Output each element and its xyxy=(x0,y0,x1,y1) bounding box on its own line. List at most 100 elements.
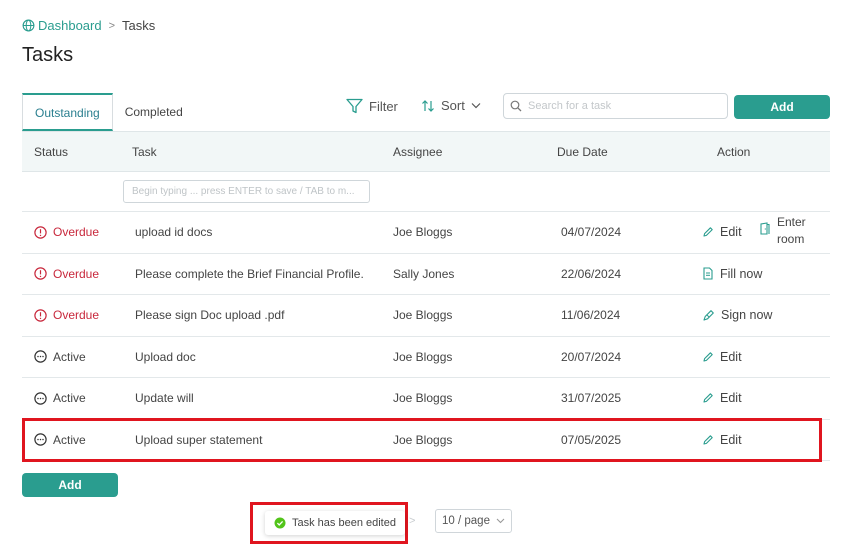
status-label: Overdue xyxy=(53,308,100,323)
door-icon xyxy=(760,222,770,235)
fill-now-button[interactable]: Fill now xyxy=(702,267,762,281)
table-row: Overdue Please complete the Brief Financ… xyxy=(22,254,830,295)
assignee: Joe Bloggs xyxy=(393,308,453,323)
tab-outstanding[interactable]: Outstanding xyxy=(22,93,113,131)
due-date: 20/07/2024 xyxy=(561,349,622,364)
more-circle-icon xyxy=(34,350,47,363)
task-tabs: Outstanding Completed xyxy=(22,93,195,131)
header-action: Action xyxy=(717,144,751,159)
assignee: Joe Bloggs xyxy=(393,391,453,406)
breadcrumb-dashboard-label: Dashboard xyxy=(38,18,102,33)
status-active: Active xyxy=(34,350,86,364)
toast-highlight: Task has been edited xyxy=(250,502,408,544)
sign-now-button[interactable]: Sign now xyxy=(702,308,772,322)
fill-now-label: Fill now xyxy=(720,266,763,281)
filter-label: Filter xyxy=(369,98,398,114)
due-date: 11/06/2024 xyxy=(561,308,621,323)
task-name: Please complete the Brief Financial Prof… xyxy=(135,266,364,281)
breadcrumb-current: Tasks xyxy=(122,18,156,33)
alert-circle-icon xyxy=(34,309,47,322)
status-label: Overdue xyxy=(53,225,100,240)
sort-label: Sort xyxy=(441,98,465,113)
search-box xyxy=(503,93,728,119)
task-name: upload id docs xyxy=(135,225,213,240)
globe-icon xyxy=(22,19,35,32)
task-name: Please sign Doc upload .pdf xyxy=(135,308,285,323)
status-active: Active xyxy=(34,433,86,447)
chevron-down-icon xyxy=(471,103,481,109)
edit-button[interactable]: Edit xyxy=(702,433,742,447)
header-task: Task xyxy=(132,144,157,159)
due-date: 31/07/2025 xyxy=(561,391,622,406)
status-overdue: Overdue xyxy=(34,225,99,239)
pencil-icon xyxy=(703,227,713,237)
header-assignee: Assignee xyxy=(393,144,443,159)
toast-message: Task has been edited xyxy=(292,517,396,529)
status-label: Active xyxy=(53,432,86,447)
assignee: Joe Bloggs xyxy=(393,432,453,447)
next-page-icon[interactable]: > xyxy=(409,515,415,527)
header-status: Status xyxy=(34,144,69,159)
tab-completed[interactable]: Completed xyxy=(113,93,195,131)
signature-pen-icon xyxy=(703,309,714,321)
edit-button[interactable]: Edit xyxy=(702,350,742,364)
status-overdue: Overdue xyxy=(34,267,99,281)
due-date: 22/06/2024 xyxy=(561,266,622,281)
breadcrumb-separator: > xyxy=(108,19,116,32)
enter-room-button[interactable]: Enter room xyxy=(759,214,806,248)
due-date: 04/07/2024 xyxy=(561,225,622,240)
page-size-select[interactable]: 10 / page xyxy=(435,509,512,533)
page-title: Tasks xyxy=(22,44,74,66)
table-row: Active Upload doc Joe Bloggs 20/07/2024 … xyxy=(22,337,830,378)
search-icon xyxy=(510,100,522,112)
status-overdue: Overdue xyxy=(34,308,99,322)
task-name: Upload super statement xyxy=(135,432,263,447)
task-name: Upload doc xyxy=(135,349,196,364)
pencil-icon xyxy=(703,435,713,445)
add-task-button[interactable]: Add xyxy=(734,95,830,119)
table-row: Overdue Please sign Doc upload .pdf Joe … xyxy=(22,295,830,337)
pencil-icon xyxy=(703,393,713,403)
filter-icon xyxy=(346,98,363,114)
page-size-label: 10 / page xyxy=(442,515,490,527)
alert-circle-icon xyxy=(34,267,47,280)
alert-circle-icon xyxy=(34,226,47,239)
more-circle-icon xyxy=(34,392,47,405)
search-input[interactable] xyxy=(528,100,718,112)
edit-label: Edit xyxy=(720,349,742,364)
sign-now-label: Sign now xyxy=(721,308,773,323)
tasks-table: Status Task Assignee Due Date Action Ove… xyxy=(22,131,830,461)
status-active: Active xyxy=(34,391,86,405)
new-task-row xyxy=(22,172,830,212)
edit-label: Edit xyxy=(720,432,742,447)
breadcrumb-dashboard-link[interactable]: Dashboard xyxy=(22,18,102,33)
breadcrumb: Dashboard > Tasks xyxy=(22,18,155,33)
enter-room-label-line2: room xyxy=(777,232,805,246)
assignee: Joe Bloggs xyxy=(393,225,453,240)
assignee: Sally Jones xyxy=(393,266,455,281)
filter-button[interactable]: Filter xyxy=(346,98,398,114)
due-date: 07/05/2025 xyxy=(561,432,622,447)
table-header: Status Task Assignee Due Date Action xyxy=(22,131,830,172)
add-task-bottom-button[interactable]: Add xyxy=(22,473,118,497)
toast-notification: Task has been edited xyxy=(265,511,405,535)
edit-label: Edit xyxy=(720,391,742,406)
form-document-icon xyxy=(703,267,713,280)
table-row: Overdue upload id docs Joe Bloggs 04/07/… xyxy=(22,212,830,254)
enter-room-label-line1: Enter xyxy=(777,215,806,229)
new-task-input[interactable] xyxy=(123,180,370,203)
assignee: Joe Bloggs xyxy=(393,349,453,364)
status-label: Active xyxy=(53,349,86,364)
chevron-down-icon xyxy=(496,518,505,524)
sort-button[interactable]: Sort xyxy=(421,98,481,113)
more-circle-icon xyxy=(34,433,47,446)
table-row: Active Upload super statement Joe Bloggs… xyxy=(22,420,830,461)
task-name: Update will xyxy=(135,391,194,406)
edit-label: Edit xyxy=(720,225,742,240)
status-label: Active xyxy=(53,391,86,406)
header-due-date: Due Date xyxy=(557,144,608,159)
status-label: Overdue xyxy=(53,266,100,281)
pencil-icon xyxy=(703,352,713,362)
edit-button[interactable]: Edit xyxy=(702,225,742,239)
edit-button[interactable]: Edit xyxy=(702,391,742,405)
